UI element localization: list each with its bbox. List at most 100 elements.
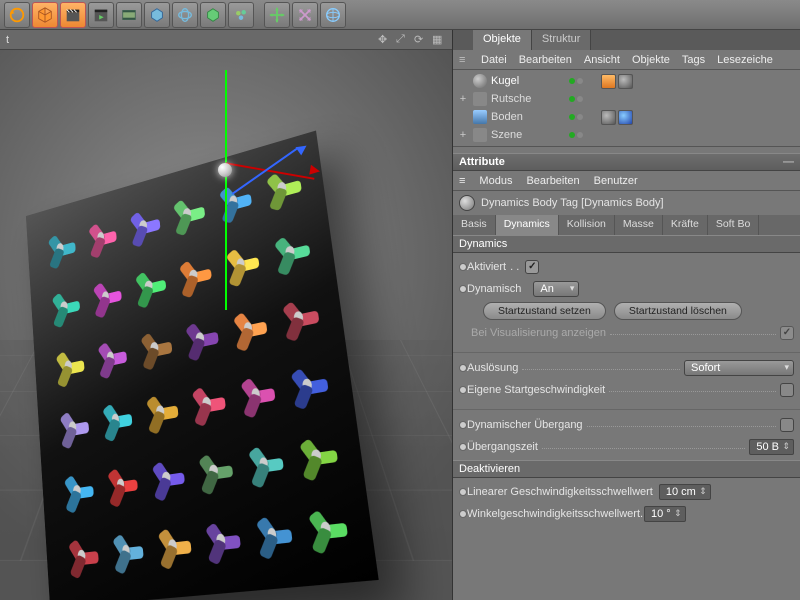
nav-zoom-icon[interactable]: ⤢ (396, 33, 410, 47)
subtab-dynamics[interactable]: Dynamics (496, 215, 559, 235)
nav-layout-icon[interactable]: ▦ (432, 33, 446, 47)
tool-globe[interactable] (320, 2, 346, 28)
tree-row-kugel[interactable]: Kugel (453, 72, 800, 90)
tool-clapboard-play[interactable] (88, 2, 114, 28)
menu-edit[interactable]: Bearbeiten (519, 54, 572, 66)
field-win-thresh[interactable]: 10 ° (644, 506, 686, 522)
subtab-kraefte[interactable]: Kräfte (663, 215, 708, 235)
jack-piece (57, 460, 97, 522)
tool-clapboard[interactable] (60, 2, 86, 28)
tool-rotate[interactable] (172, 2, 198, 28)
menu-bookmarks[interactable]: Lesezeiche (717, 54, 773, 66)
fold-icon[interactable]: ≡ (459, 54, 469, 66)
jack-piece (190, 437, 237, 503)
scene-board (26, 131, 379, 600)
jack-piece (128, 255, 170, 318)
object-icon (473, 110, 487, 124)
tree-row-szene[interactable]: + Szene (453, 126, 800, 144)
select-ausloesung[interactable]: Sofort (684, 360, 794, 376)
menu-file[interactable]: Datei (481, 54, 507, 66)
label-aktiviert: Aktiviert (467, 261, 506, 273)
tool-move[interactable] (264, 2, 290, 28)
jack-piece (133, 316, 176, 379)
object-name[interactable]: Rutsche (491, 93, 561, 105)
tag-sphere[interactable] (618, 74, 633, 89)
field-lin-thresh[interactable]: 10 cm (659, 484, 711, 500)
jack-piece (273, 283, 324, 351)
dynamics-props: Aktiviert. . DynamischAn Startzustand se… (453, 253, 800, 460)
jack-piece (184, 370, 230, 435)
tool-cube[interactable] (32, 2, 58, 28)
jack-piece (258, 155, 307, 221)
tool-scale[interactable] (292, 2, 318, 28)
deakt-props: Linearer Geschwindigkeitsschwellwert 10 c… (453, 478, 800, 527)
tool-film[interactable] (116, 2, 142, 28)
jack-piece (105, 519, 148, 583)
menu-tags[interactable]: Tags (682, 54, 705, 66)
btn-set-initial[interactable]: Startzustand setzen (483, 302, 606, 320)
jack-piece (166, 182, 210, 245)
label-vis: Bei Visualisierung anzeigen (471, 327, 606, 339)
jack-piece (211, 169, 257, 234)
check-vis[interactable] (780, 326, 794, 340)
check-dyn-ueb[interactable] (780, 418, 794, 432)
menu-view[interactable]: Ansicht (584, 54, 620, 66)
axis-gizmo[interactable] (225, 170, 226, 171)
tool-primitive[interactable] (144, 2, 170, 28)
tree-row-rutsche[interactable]: + Rutsche (453, 90, 800, 108)
axis-y[interactable] (225, 70, 227, 310)
tree-row-boden[interactable]: Boden (453, 108, 800, 126)
expand-icon[interactable]: + (457, 129, 469, 141)
tab-structure[interactable]: Struktur (532, 30, 592, 50)
jack-piece (86, 266, 126, 327)
nav-rotate-icon[interactable]: ⟳ (414, 33, 428, 47)
label-lin-thresh: Linearer Geschwindigkeitsschwellwert (467, 486, 653, 498)
jack-piece (265, 218, 315, 285)
jack-piece (95, 388, 136, 450)
object-name[interactable]: Kugel (491, 75, 561, 87)
jack-piece (178, 306, 223, 371)
viewport[interactable]: t ✥ ⤢ ⟳ ▦ (0, 30, 452, 600)
nav-move-icon[interactable]: ✥ (378, 33, 392, 47)
selected-sphere[interactable] (218, 163, 232, 177)
jack-piece (197, 507, 245, 574)
jack-piece (90, 326, 131, 388)
fold-icon[interactable]: ≡ (459, 175, 465, 187)
attr-menu-mode[interactable]: Modus (479, 175, 512, 187)
btn-clear-initial[interactable]: Startzustand löschen (614, 302, 742, 320)
object-name[interactable]: Boden (491, 111, 561, 123)
subtab-kollision[interactable]: Kollision (559, 215, 615, 235)
dynamics-body-icon (459, 195, 475, 211)
attr-menu-edit[interactable]: Bearbeiten (526, 175, 579, 187)
expand-icon[interactable]: + (457, 93, 469, 105)
object-icon (473, 128, 487, 142)
check-eigene-sg[interactable] (780, 383, 794, 397)
subtab-masse[interactable]: Masse (615, 215, 663, 235)
attr-menu-user[interactable]: Benutzer (594, 175, 638, 187)
label-dynamisch: Dynamisch (467, 283, 521, 295)
object-name[interactable]: Szene (491, 129, 561, 141)
field-ueb-zeit[interactable]: 50 B (749, 439, 794, 455)
subtab-softbody[interactable]: Soft Bo (708, 215, 759, 235)
jack-piece (139, 380, 183, 444)
tag-orange[interactable] (601, 74, 616, 89)
tool-undo[interactable] (4, 2, 30, 28)
tab-objects[interactable]: Objekte (473, 30, 532, 50)
tool-shader[interactable] (200, 2, 226, 28)
jack-piece (123, 195, 164, 257)
attributes-menubar: ≡ Modus Bearbeiten Benutzer (453, 171, 800, 191)
label-ueb-zeit: Übergangszeit (467, 441, 538, 453)
tag-blue[interactable] (618, 110, 633, 125)
label-dyn-ueb: Dynamischer Übergang (467, 419, 583, 431)
object-tree[interactable]: Kugel + Rutsche Boden + Szene (453, 70, 800, 147)
menu-objects[interactable]: Objekte (632, 54, 670, 66)
jack-piece (150, 513, 196, 578)
select-dynamisch[interactable]: An (533, 281, 579, 297)
check-aktiviert[interactable] (525, 260, 539, 274)
tag-sphere[interactable] (601, 110, 616, 125)
jack-piece (232, 361, 281, 428)
subtab-basis[interactable]: Basis (453, 215, 496, 235)
label-eigene-sg: Eigene Startgeschwindigkeit (467, 384, 605, 396)
tool-particles[interactable] (228, 2, 254, 28)
tag-title-row: Dynamics Body Tag [Dynamics Body] (453, 191, 800, 215)
